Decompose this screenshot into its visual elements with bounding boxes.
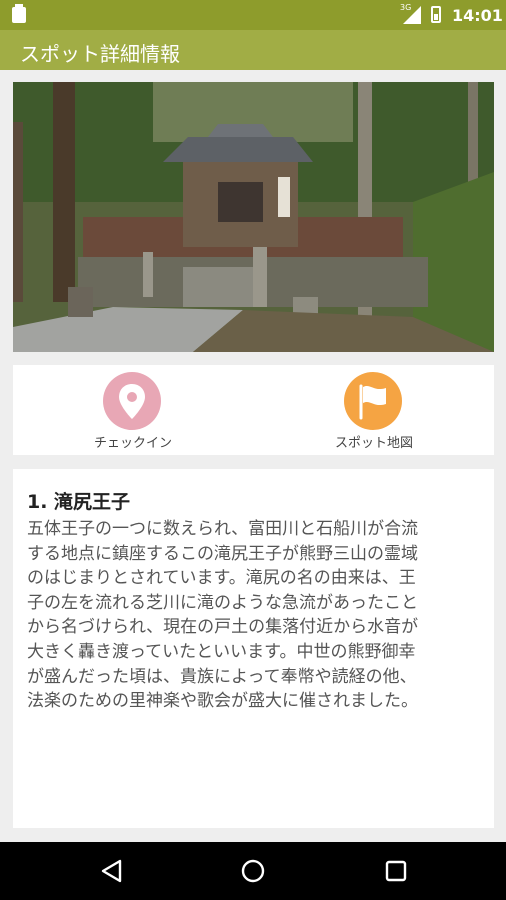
battery-icon bbox=[431, 6, 441, 23]
back-icon[interactable] bbox=[100, 859, 124, 883]
app-bar: スポット詳細情報 bbox=[0, 30, 506, 70]
action-card: チェックイン スポット地図 bbox=[13, 365, 494, 455]
spot-title: 1. 滝尻王子 bbox=[27, 491, 131, 513]
description-line: から名づけられ、現在の戸土の集落付近から水音が bbox=[27, 617, 419, 638]
description-line: 法楽のための里神楽や歌会が盛大に催されました。 bbox=[27, 691, 418, 712]
spot-map-button[interactable]: スポット地図 bbox=[294, 365, 454, 455]
spot-map-icon-circle bbox=[344, 372, 402, 430]
signal-icon bbox=[403, 6, 421, 24]
sd-card-icon bbox=[12, 4, 26, 23]
description-line: 五体王子の一つに数えられ、富田川と石船川が合流 bbox=[27, 519, 419, 539]
spot-description: 五体王子の一つに数えられ、富田川と石船川が合流 する地点に鎮座するこの滝尻王子が… bbox=[27, 517, 484, 714]
checkin-button[interactable]: チェックイン bbox=[53, 365, 213, 455]
flag-icon bbox=[359, 384, 386, 420]
spot-photo bbox=[13, 82, 494, 352]
status-bar: 3G 14:01 bbox=[0, 0, 506, 30]
checkin-label: チェックイン bbox=[93, 436, 172, 451]
status-time: 14:01 bbox=[452, 6, 503, 25]
map-pin-icon bbox=[119, 384, 145, 419]
navigation-bar bbox=[0, 842, 506, 900]
home-icon[interactable] bbox=[241, 859, 265, 883]
description-line: のはじまりとされています。滝尻の名の由来は、王 bbox=[27, 568, 416, 589]
description-line: 大きく轟き渡っていたといいます。中世の熊野御幸 bbox=[27, 641, 416, 662]
shrine-photo-illustration bbox=[13, 82, 494, 352]
page-title: スポット詳細情報 bbox=[20, 42, 180, 66]
spot-map-label: スポット地図 bbox=[334, 436, 413, 451]
recent-apps-icon[interactable] bbox=[385, 860, 407, 882]
description-line: 子の左を流れる芝川に滝のような急流があったこと bbox=[27, 592, 418, 613]
description-line: する地点に鎮座するこの滝尻王子が熊野三山の霊域 bbox=[27, 543, 418, 564]
checkin-icon-circle bbox=[103, 372, 161, 430]
description-line: が盛んだった頃は、貴族によって奉幣や読経の他、 bbox=[27, 666, 417, 687]
spot-description-card: 1. 滝尻王子 五体王子の一つに数えられ、富田川と石船川が合流 する地点に鎮座す… bbox=[13, 469, 494, 828]
